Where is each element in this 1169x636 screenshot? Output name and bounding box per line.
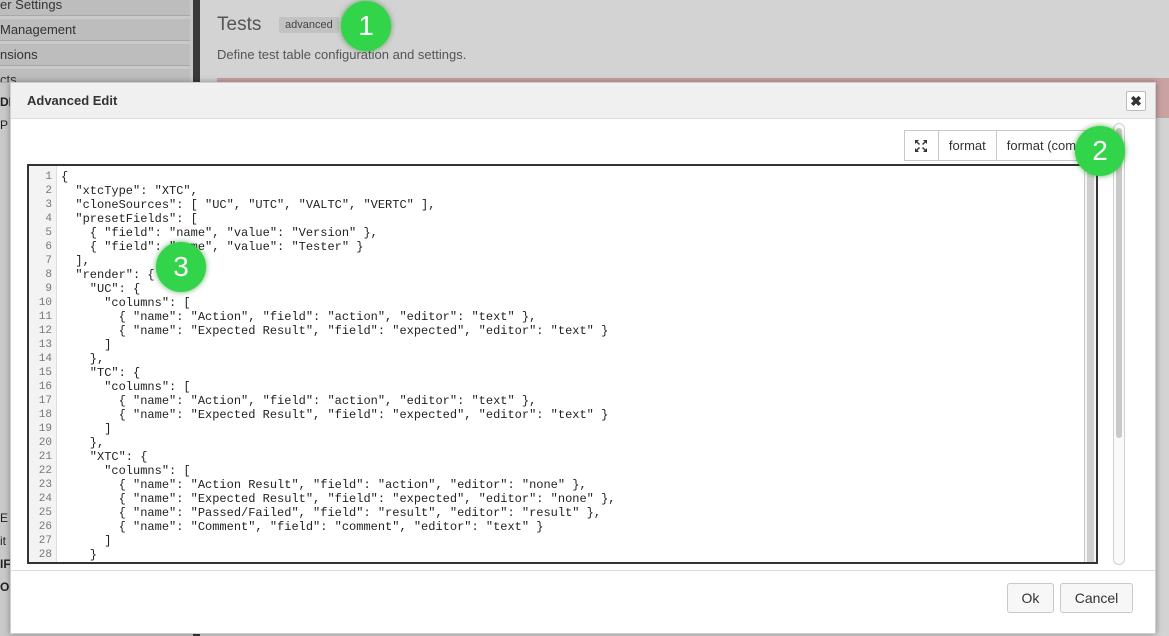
callout-marker: 2 xyxy=(1075,126,1125,176)
line-number: 28 xyxy=(38,549,52,561)
line-number: 15 xyxy=(38,367,52,379)
page-title: Tests xyxy=(217,14,262,35)
line-number: 1 xyxy=(45,171,52,183)
code-line[interactable]: { "field": "name", "value": "Tester" } xyxy=(61,240,1080,254)
editor-scrollbar[interactable] xyxy=(1084,166,1096,562)
sidebar-fragment: it xyxy=(0,534,6,548)
line-number: 6 xyxy=(45,241,52,253)
code-line[interactable]: { "name": "Expected Result", "field": "e… xyxy=(61,408,1080,422)
code-line[interactable]: ] xyxy=(61,338,1080,352)
code-area[interactable]: { "xtcType": "XTC", "cloneSources": [ "U… xyxy=(61,170,1080,564)
line-number: 20 xyxy=(38,437,52,449)
code-line[interactable]: { "field": "name", "value": "Version" }, xyxy=(61,226,1080,240)
line-number: 11 xyxy=(38,311,52,323)
code-line[interactable]: "presetFields": [ xyxy=(61,212,1080,226)
format-button[interactable]: format xyxy=(937,130,997,161)
line-number: 10 xyxy=(38,297,52,309)
cancel-button[interactable]: Cancel xyxy=(1060,583,1133,613)
line-number: 5 xyxy=(45,227,52,239)
code-line[interactable]: } xyxy=(61,548,1080,562)
code-line[interactable]: }, xyxy=(61,352,1080,366)
line-number: 16 xyxy=(38,381,52,393)
code-line[interactable]: { "name": "Expected Result", "field": "e… xyxy=(61,324,1080,338)
json-editor[interactable]: 1 2 3 4 5 6 7 8 9 10 11 12 13 14 15 16 17 18 19 20 21 22 23 24 2… xyxy=(27,164,1098,564)
sidebar-item-settings: er Settings xyxy=(0,0,190,16)
code-line[interactable]: { xyxy=(61,170,1080,184)
line-number: 29 xyxy=(29,562,56,564)
callout-marker: 3 xyxy=(156,242,206,292)
fullscreen-button[interactable] xyxy=(903,130,939,161)
line-number: 21 xyxy=(38,451,52,463)
callout-marker: 1 xyxy=(341,1,391,51)
sidebar-fragment: E xyxy=(0,511,9,525)
line-number: 24 xyxy=(38,493,52,505)
sidebar-item-management: Management xyxy=(0,19,190,41)
code-line[interactable]: ] xyxy=(61,534,1080,548)
line-number: 14 xyxy=(38,353,52,365)
code-line[interactable]: "columns": [ xyxy=(61,380,1080,394)
code-line[interactable]: { "name": "Comment", "field": "comment",… xyxy=(61,520,1080,534)
dialog-footer: Ok Cancel xyxy=(11,570,1155,633)
code-line[interactable]: "cloneSources": [ "UC", "UTC", "VALTC", … xyxy=(61,198,1080,212)
code-line[interactable]: }, xyxy=(61,436,1080,450)
code-line[interactable]: { "name": "Expected Result", "field": "e… xyxy=(61,492,1080,506)
line-number: 23 xyxy=(38,479,52,491)
code-line[interactable]: { "name": "Passed/Failed", "field": "res… xyxy=(61,506,1080,520)
line-number: 4 xyxy=(45,213,52,225)
page-description: Define test table configuration and sett… xyxy=(217,47,467,62)
sidebar-item-extensions: nsions xyxy=(0,44,190,66)
code-line[interactable]: ] xyxy=(61,422,1080,436)
code-line[interactable]: "render": { xyxy=(61,268,1080,282)
line-number: 18 xyxy=(38,409,52,421)
code-line[interactable]: "UC": { xyxy=(61,282,1080,296)
advanced-edit-dialog: Advanced Edit ✖ format format (compact) … xyxy=(10,82,1156,634)
code-line[interactable]: { "name": "Action", "field": "action", "… xyxy=(61,310,1080,324)
close-icon: ✖ xyxy=(1130,92,1142,109)
line-number: 17 xyxy=(38,395,52,407)
code-line[interactable]: "TC": { xyxy=(61,366,1080,380)
code-line[interactable]: "xtcType": "XTC", xyxy=(61,184,1080,198)
line-number: 13 xyxy=(38,339,52,351)
code-line[interactable]: "columns": [ xyxy=(61,464,1080,478)
line-number: 8 xyxy=(45,269,52,281)
dialog-scrollbar[interactable] xyxy=(1113,123,1125,565)
line-number: 27 xyxy=(38,535,52,547)
editor-scrollbar-thumb[interactable] xyxy=(1087,168,1094,562)
code-line[interactable]: { "name": "Action", "field": "action", "… xyxy=(61,394,1080,408)
code-line[interactable]: "columns": [ xyxy=(61,296,1080,310)
line-number: 12 xyxy=(38,325,52,337)
line-number: 2 xyxy=(45,185,52,197)
dialog-header: Advanced Edit ✖ xyxy=(11,83,1155,119)
line-number-gutter: 1 2 3 4 5 6 7 8 9 10 11 12 13 14 15 16 17 18 19 20 21 22 23 24 2… xyxy=(29,166,57,562)
line-number: 19 xyxy=(38,423,52,435)
ok-button[interactable]: Ok xyxy=(1007,583,1054,613)
dialog-scrollbar-thumb[interactable] xyxy=(1116,128,1122,438)
line-number: 25 xyxy=(38,507,52,519)
line-number: 9 xyxy=(45,283,52,295)
line-number: 3 xyxy=(45,199,52,211)
close-button[interactable]: ✖ xyxy=(1126,91,1146,111)
sidebar-item-projects: cts xyxy=(0,69,190,83)
line-number: 22 xyxy=(38,465,52,477)
code-line[interactable]: "XTC": { xyxy=(61,450,1080,464)
expand-icon xyxy=(915,139,928,152)
code-line[interactable]: { "name": "Action Result", "field": "act… xyxy=(61,478,1080,492)
code-line[interactable]: } xyxy=(61,562,1080,564)
sidebar-fragment: P xyxy=(0,118,9,132)
line-number: 26 xyxy=(38,521,52,533)
line-number: 7 xyxy=(45,255,52,267)
code-line[interactable]: ], xyxy=(61,254,1080,268)
dialog-title: Advanced Edit xyxy=(27,93,118,108)
advanced-badge[interactable]: advanced xyxy=(279,17,339,33)
